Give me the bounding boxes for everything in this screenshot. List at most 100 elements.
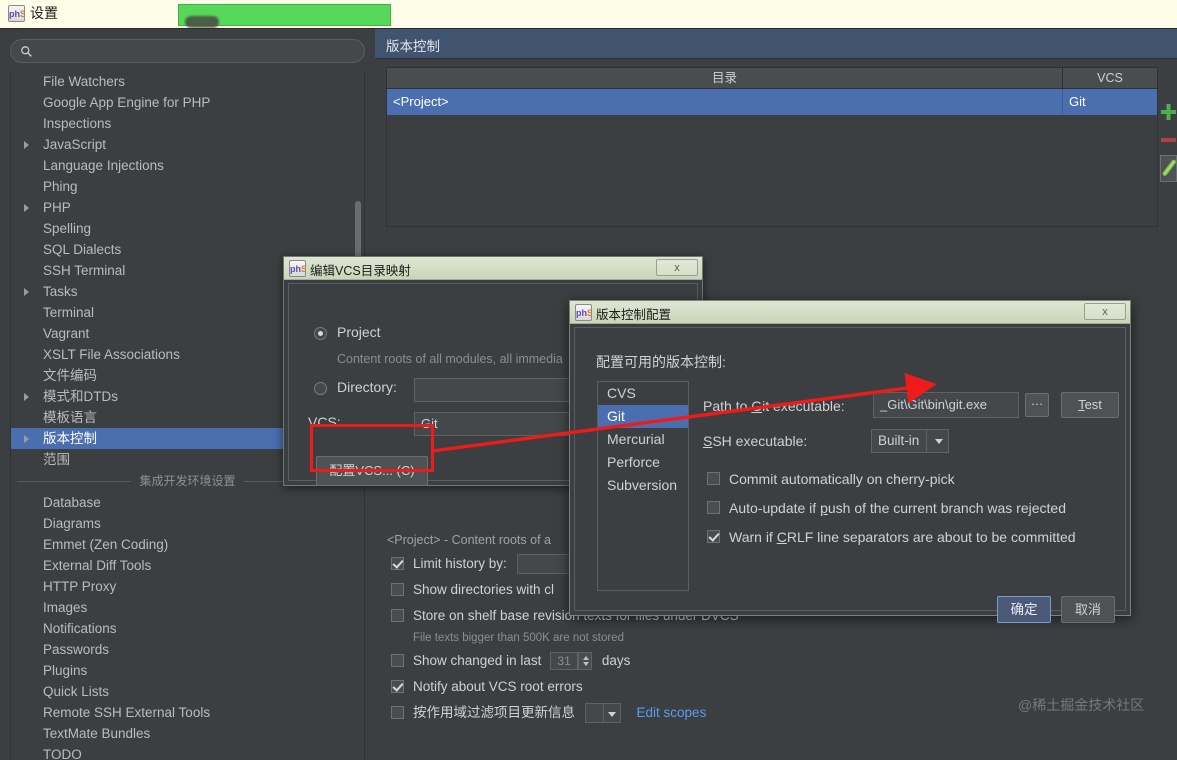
- sidebar-item[interactable]: Database: [11, 492, 364, 513]
- test-git-button[interactable]: Test: [1061, 392, 1119, 418]
- option-show-changed-last-days[interactable]: Show changed in last 31 days: [387, 648, 1177, 674]
- limit-history-field[interactable]: [516, 554, 573, 575]
- vcs-mappings-table[interactable]: 目录 VCS <Project> Git: [386, 67, 1158, 227]
- option-subtext-store-on-shelf: File texts bigger than 500K are not stor…: [413, 632, 624, 644]
- ssh-executable-combo[interactable]: Built-in: [871, 429, 949, 453]
- sidebar-item[interactable]: Plugins: [11, 660, 364, 681]
- column-header-vcs[interactable]: VCS: [1063, 68, 1157, 88]
- page-title: 版本控制: [386, 39, 440, 54]
- remove-mapping-button[interactable]: [1160, 126, 1177, 153]
- sidebar-item-label: Notifications: [43, 621, 117, 636]
- content-header: 版本控制: [375, 29, 1177, 59]
- sidebar-item[interactable]: Language Injections: [11, 155, 364, 176]
- option-label-limit-history: Limit history by:: [413, 556, 507, 571]
- checkbox-warn-crlf[interactable]: [707, 530, 720, 543]
- sidebar-item-label: Database: [43, 495, 101, 510]
- sidebar-item-label: Remote SSH External Tools: [43, 705, 211, 720]
- add-mapping-button[interactable]: [1160, 99, 1177, 126]
- chevron-right-icon[interactable]: [24, 393, 29, 401]
- checkbox-show-dirs[interactable]: [391, 583, 404, 596]
- php-storm-icon-dialog-mapping: phS: [289, 260, 306, 277]
- radio-project[interactable]: [314, 327, 327, 340]
- sidebar-item[interactable]: Google App Engine for PHP: [11, 92, 364, 113]
- edit-scopes-link[interactable]: Edit scopes: [637, 705, 707, 720]
- sidebar-item-label: SQL Dialects: [43, 242, 122, 257]
- chevron-right-icon[interactable]: [24, 288, 29, 296]
- checkbox-limit-history[interactable]: [391, 557, 404, 570]
- mapping-toolbar: [1160, 99, 1177, 209]
- column-header-directory[interactable]: 目录: [387, 68, 1063, 88]
- option-auto-update-push[interactable]: Auto-update if push of the current branc…: [703, 495, 1133, 521]
- checkbox-store-on-shelf[interactable]: [391, 609, 404, 622]
- sidebar-item[interactable]: Notifications: [11, 618, 364, 639]
- php-storm-icon-dialog-vcsconfig: phS: [575, 304, 592, 321]
- sidebar-item-label: 模式和DTDs: [43, 389, 118, 404]
- sidebar-item[interactable]: Emmet (Zen Coding): [11, 534, 364, 555]
- option-commit-cherry-pick[interactable]: Commit automatically on cherry-pick: [703, 466, 1103, 492]
- checkbox-filter-by-scope[interactable]: [391, 706, 404, 719]
- search-input[interactable]: [10, 39, 365, 63]
- browse-git-path-button[interactable]: …: [1025, 393, 1049, 417]
- sidebar-item-label: Plugins: [43, 663, 88, 678]
- sidebar-item[interactable]: TextMate Bundles: [11, 723, 364, 744]
- option-notify-vcs-root-errors[interactable]: Notify about VCS root errors: [387, 674, 1177, 700]
- ok-button[interactable]: 确定: [997, 596, 1051, 623]
- cancel-button[interactable]: 取消: [1061, 596, 1115, 623]
- sidebar-item-label: Images: [43, 600, 88, 615]
- sidebar-item[interactable]: PHP: [11, 197, 364, 218]
- sidebar-item-label: TextMate Bundles: [43, 726, 151, 741]
- edit-mapping-button[interactable]: [1160, 155, 1177, 182]
- radio-directory[interactable]: [314, 382, 327, 395]
- option-warn-crlf[interactable]: Warn if CRLF line separators are about t…: [703, 524, 1133, 550]
- scope-combo[interactable]: [584, 703, 621, 724]
- chevron-right-icon[interactable]: [24, 141, 29, 149]
- sidebar-item[interactable]: HTTP Proxy: [11, 576, 364, 597]
- git-path-field[interactable]: _Git\Git\bin\git.exe: [873, 392, 1019, 418]
- sidebar-item[interactable]: JavaScript: [11, 134, 364, 155]
- sidebar-item[interactable]: External Diff Tools: [11, 555, 364, 576]
- chevron-right-icon[interactable]: [24, 204, 29, 212]
- dialog-mapping-close-button[interactable]: x: [656, 259, 698, 276]
- vcs-list[interactable]: CVS Git Mercurial Perforce Subversion: [597, 381, 689, 591]
- vcs-list-item[interactable]: Perforce: [598, 451, 688, 474]
- sidebar-item[interactable]: Passwords: [11, 639, 364, 660]
- days-spinner-value[interactable]: 31: [550, 652, 579, 671]
- sidebar-item[interactable]: TODO: [11, 744, 364, 760]
- option-label-auto-update-push: Auto-update if push of the current branc…: [729, 500, 1066, 516]
- sidebar-item[interactable]: Diagrams: [11, 513, 364, 534]
- table-row[interactable]: <Project> Git: [387, 89, 1157, 115]
- vcs-list-item[interactable]: Subversion: [598, 474, 688, 497]
- chevron-right-icon[interactable]: [24, 435, 29, 443]
- option-label-show-dirs: Show directories with cl: [413, 582, 555, 597]
- vcs-list-item[interactable]: Git: [598, 405, 688, 428]
- vcs-list-item[interactable]: Mercurial: [598, 428, 688, 451]
- vcs-list-item[interactable]: CVS: [598, 382, 688, 405]
- sidebar-item-label: JavaScript: [43, 137, 107, 152]
- checkbox-show-changed-last-days[interactable]: [391, 654, 404, 667]
- sidebar-item-label: HTTP Proxy: [43, 579, 117, 594]
- sidebar-item[interactable]: Remote SSH External Tools: [11, 702, 364, 723]
- sidebar-item[interactable]: Images: [11, 597, 364, 618]
- sidebar-item[interactable]: Inspections: [11, 113, 364, 134]
- sidebar-item[interactable]: Phing: [11, 176, 364, 197]
- vcs-configuration-dialog: phS 版本控制配置 x 配置可用的版本控制: CVSGitMercurialP…: [569, 300, 1133, 623]
- sidebar-item[interactable]: Quick Lists: [11, 681, 364, 702]
- sidebar-item-label: Spelling: [43, 221, 92, 236]
- checkbox-auto-update-push[interactable]: [707, 501, 720, 514]
- window-title: 设置: [30, 5, 58, 21]
- dialog-vcsconfig-close-button[interactable]: x: [1084, 303, 1126, 320]
- sidebar-item[interactable]: File Watchers: [11, 71, 364, 92]
- sidebar-item[interactable]: Spelling: [11, 218, 364, 239]
- days-spinner-buttons[interactable]: [578, 652, 593, 671]
- annotation-box-configure-vcs: [310, 424, 434, 472]
- cell-directory: <Project>: [387, 89, 1063, 115]
- search-icon: [21, 46, 32, 57]
- sidebar-item-label: SSH Terminal: [43, 263, 126, 278]
- sidebar-item-label: Quick Lists: [43, 684, 110, 699]
- sidebar-item-label: Inspections: [43, 116, 112, 131]
- option-filter-by-scope[interactable]: 按作用域过滤项目更新信息 Edit scopes: [387, 700, 1177, 726]
- checkbox-commit-cherry-pick[interactable]: [707, 472, 720, 485]
- dialog-mapping-titlebar: phS 编辑VCS目录映射 x: [284, 257, 702, 280]
- sidebar-item-label: File Watchers: [43, 74, 126, 89]
- checkbox-notify-vcs-root-errors[interactable]: [391, 680, 404, 693]
